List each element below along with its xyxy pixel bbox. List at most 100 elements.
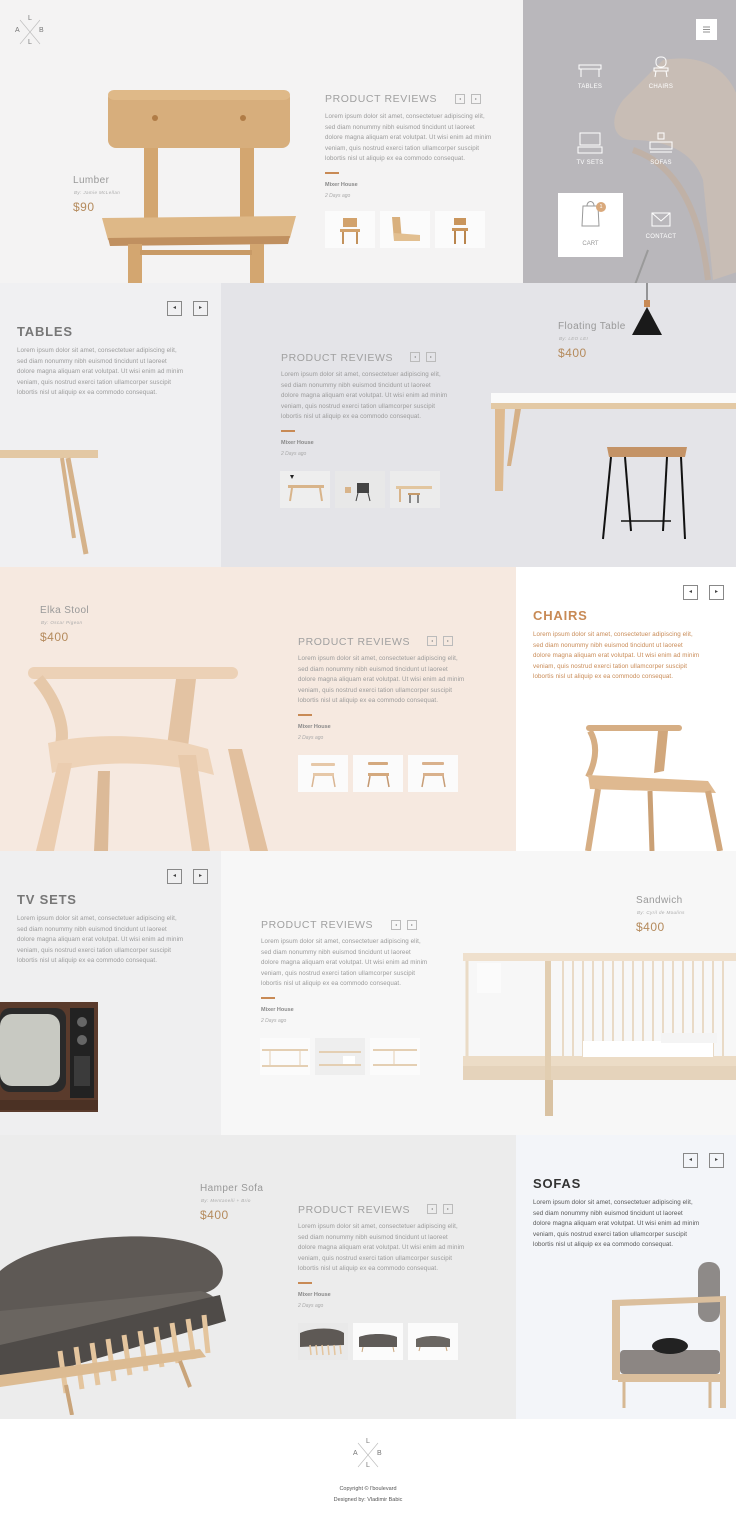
review-line: Lorem ipsum dolor sit amet, consectetuer… [281,371,441,378]
chairs-thumb-1[interactable] [298,755,348,792]
tv-sets-thumb-1[interactable] [260,1038,310,1075]
sofas-review-text: Lorem ipsum dolor sit amet, consectetuer… [298,1222,473,1275]
floating-table-image [491,393,736,540]
tables-reviews-title: PRODUCT REVIEWS [281,352,394,364]
chairs-product-name[interactable]: Elka Stool [40,605,89,616]
sofas-thumb-1[interactable] [298,1323,348,1360]
review-line: sed diam nonummy nibh euismod tincidunt … [281,381,431,389]
review-line: Lorem ipsum dolor sit amet, consectetuer… [261,938,421,945]
text-line: veniam, quis nostrud exerci tation ullam… [533,662,688,670]
tables-section: ◂ ▸ TABLES Lorem ipsum dolor sit amet, c… [0,283,736,567]
sofas-thumb-2[interactable] [353,1323,403,1360]
tables-review-divider [281,430,295,432]
sofas-prev-button[interactable]: ◂ [683,1153,698,1168]
sofas-review-next-button[interactable]: ▸ [443,1204,453,1214]
text-line: Lorem ipsum dolor sit amet, consectetuer… [17,347,177,354]
tv-sets-thumb-2[interactable] [315,1038,365,1075]
menu-panel: TABLES CHAIRS TV SETS SOFAS 1 CART CONTA… [523,0,736,283]
sofas-description: Lorem ipsum dolor sit amet, consectetuer… [533,1198,728,1251]
tables-review-prev-button[interactable]: ◂ [410,352,420,362]
tables-review-panel: PRODUCT REVIEWS ◂ ▸ Lorem ipsum dolor si… [221,283,736,567]
review-line: lobortis nisl ut aliquip ex ea commodo c… [298,1265,439,1273]
text-line: sed diam nonummy nibh euismod tincidunt … [533,641,683,649]
menu-item-label: TV SETS [576,160,604,166]
tables-side-table-image [0,450,98,555]
logo-letter-bottom: L [28,39,32,46]
sofas-armchair-image [612,1262,726,1408]
logo[interactable]: L A B L [14,15,46,48]
tables-product-name[interactable]: Floating Table [558,321,626,332]
tv-sets-review-prev-button[interactable]: ◂ [391,920,401,930]
hero-thumb-3[interactable] [435,211,485,248]
menu-item-tv-sets[interactable]: TV SETS [563,131,617,166]
logo-letter-left: A [353,1450,358,1457]
text-line: Lorem ipsum dolor sit amet, consectetuer… [17,915,177,922]
text-line: dolore magna aliquam erat volutpat. Ut w… [533,1220,700,1228]
tables-prev-button[interactable]: ◂ [167,301,182,316]
chairs-category-chair-image [585,725,723,851]
menu-item-label: CHAIRS [648,84,674,90]
hero-review-next-button[interactable]: ▸ [471,94,481,104]
tv-sets-product-name[interactable]: Sandwich [636,895,683,906]
hero-review-author: Mixer House [325,182,358,188]
review-line: sed diam nonummy nibh euismod tincidunt … [261,948,411,956]
sofas-product-name[interactable]: Hamper Sofa [200,1183,263,1194]
tv-sets-next-button[interactable]: ▸ [193,869,208,884]
hero-thumb-2[interactable] [380,211,430,248]
shopping-bag-icon [581,201,600,227]
review-line: Lorem ipsum dolor sit amet, consectetuer… [298,655,458,662]
chairs-prev-button[interactable]: ◂ [683,585,698,600]
tv-sets-review-next-button[interactable]: ▸ [407,920,417,930]
tables-thumb-2[interactable] [335,471,385,508]
tables-review-next-button[interactable]: ▸ [426,352,436,362]
tables-next-button[interactable]: ▸ [193,301,208,316]
text-line: dolore magna aliquam erat volutpat. Ut w… [17,368,184,376]
chairs-next-button[interactable]: ▸ [709,585,724,600]
footer-copyright: Copyright © l'boulevard [339,1486,397,1492]
footer-designer-credit: Designed by: Vladimir Babic [333,1497,403,1503]
tables-review-author: Mixer House [281,440,314,446]
hero-review-date: 2 Days ago [325,193,351,199]
chairs-review-next-button[interactable]: ▸ [443,636,453,646]
logo-letter-right: B [39,27,44,34]
chairs-reviews-title: PRODUCT REVIEWS [298,636,411,648]
tv-sets-thumb-3[interactable] [370,1038,420,1075]
menu-item-sofas[interactable]: SOFAS [634,131,688,166]
hero-thumb-1[interactable] [325,211,375,248]
chairs-description: Lorem ipsum dolor sit amet, consectetuer… [533,630,728,683]
sofas-title: SOFAS [533,1176,582,1191]
menu-item-cart[interactable]: 1 CART [558,193,623,257]
tables-thumb-1[interactable] [280,471,330,508]
footer-logo[interactable]: L A B L [352,1438,384,1471]
text-line: Lorem ipsum dolor sit amet, consectetuer… [533,1199,693,1206]
tables-review-text: Lorem ipsum dolor sit amet, consectetuer… [281,370,456,423]
text-line: veniam, quis nostrud exerci tation ullam… [17,378,172,386]
sofas-review-prev-button[interactable]: ◂ [427,1204,437,1214]
sofas-next-button[interactable]: ▸ [709,1153,724,1168]
chairs-review-author: Mixer House [298,724,331,730]
text-line: Lorem ipsum dolor sit amet, consectetuer… [533,631,693,638]
menu-item-contact[interactable]: CONTACT [634,212,688,240]
review-line: sed diam nonummy nibh euismod tincidunt … [298,1233,448,1241]
menu-item-chairs[interactable]: CHAIRS [634,55,688,90]
tables-thumb-3[interactable] [390,471,440,508]
tv-sets-prev-button[interactable]: ◂ [167,869,182,884]
hero-product-name[interactable]: Lumber [73,175,109,186]
review-line: lobortis nisl ut aliquip ex ea commodo c… [298,697,439,705]
text-line: lobortis nisl ut aliquip ex ea commodo c… [17,389,158,397]
sandwich-sideboard-image [463,953,736,1116]
chairs-thumb-3[interactable] [408,755,458,792]
chairs-review-prev-button[interactable]: ◂ [427,636,437,646]
sofas-thumb-3[interactable] [408,1323,458,1360]
tv-sets-review-panel: PRODUCT REVIEWS ◂ ▸ Lorem ipsum dolor si… [221,851,736,1135]
hamburger-menu-button[interactable] [696,19,717,40]
chairs-review-text: Lorem ipsum dolor sit amet, consectetuer… [298,654,473,707]
tv-sets-product-price: $400 [636,920,665,934]
review-line: dolore magna aliquam erat volutpat. Ut w… [298,676,465,684]
chairs-thumb-2[interactable] [353,755,403,792]
hero-review-prev-button[interactable]: ◂ [455,94,465,104]
menu-item-tables[interactable]: TABLES [563,62,617,90]
review-line: veniam, quis nostrud exerci tation ullam… [325,144,480,152]
retro-tv-image [0,1002,98,1112]
sofas-product-designer: By: Mentanelli + Brio [201,1198,251,1203]
